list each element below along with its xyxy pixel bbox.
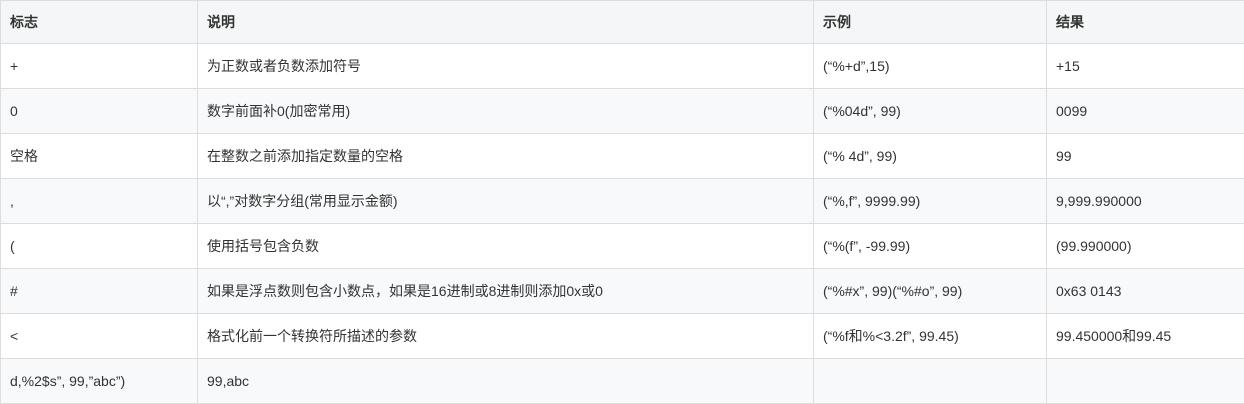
- cell-description: 格式化前一个转换符所描述的参数: [198, 314, 814, 359]
- table-row: , 以“,”对数字分组(常用显示金额) (“%,f”, 9999.99) 9,9…: [1, 179, 1244, 224]
- header-description: 说明: [198, 1, 814, 44]
- cell-description: 99,abc: [198, 359, 814, 404]
- cell-description: 在整数之前添加指定数量的空格: [198, 134, 814, 179]
- table-row: d,%2$s”, 99,”abc”) 99,abc: [1, 359, 1244, 404]
- cell-description: 以“,”对数字分组(常用显示金额): [198, 179, 814, 224]
- cell-example: (“%#x”, 99)(“%#o”, 99): [814, 269, 1047, 314]
- cell-flag: (: [1, 224, 198, 269]
- cell-flag: 0: [1, 89, 198, 134]
- cell-flag: #: [1, 269, 198, 314]
- cell-result: 99: [1047, 134, 1244, 179]
- cell-flag: ,: [1, 179, 198, 224]
- cell-example: (“% 4d”, 99): [814, 134, 1047, 179]
- table-row: # 如果是浮点数则包含小数点，如果是16进制或8进制则添加0x或0 (“%#x”…: [1, 269, 1244, 314]
- format-flags-table: 标志 说明 示例 结果 + 为正数或者负数添加符号 (“%+d”,15) +15…: [0, 0, 1244, 404]
- table-row: 空格 在整数之前添加指定数量的空格 (“% 4d”, 99) 99: [1, 134, 1244, 179]
- cell-result: 9,999.990000: [1047, 179, 1244, 224]
- cell-flag: <: [1, 314, 198, 359]
- cell-example: (“%,f”, 9999.99): [814, 179, 1047, 224]
- cell-flag: 空格: [1, 134, 198, 179]
- cell-example: (“%(f”, -99.99): [814, 224, 1047, 269]
- header-flag: 标志: [1, 1, 198, 44]
- cell-result: 0x63 0143: [1047, 269, 1244, 314]
- cell-result: 99.450000和99.45: [1047, 314, 1244, 359]
- table-row: < 格式化前一个转换符所描述的参数 (“%f和%<3.2f”, 99.45) 9…: [1, 314, 1244, 359]
- cell-description: 如果是浮点数则包含小数点，如果是16进制或8进制则添加0x或0: [198, 269, 814, 314]
- cell-example: (“%+d”,15): [814, 44, 1047, 89]
- header-example: 示例: [814, 1, 1047, 44]
- cell-result: (99.990000): [1047, 224, 1244, 269]
- cell-example: (“%f和%<3.2f”, 99.45): [814, 314, 1047, 359]
- cell-description: 使用括号包含负数: [198, 224, 814, 269]
- cell-description: 数字前面补0(加密常用): [198, 89, 814, 134]
- cell-result: +15: [1047, 44, 1244, 89]
- cell-description: 为正数或者负数添加符号: [198, 44, 814, 89]
- table-row: ( 使用括号包含负数 (“%(f”, -99.99) (99.990000): [1, 224, 1244, 269]
- cell-result: [1047, 359, 1244, 404]
- cell-example: (“%04d”, 99): [814, 89, 1047, 134]
- table-body: + 为正数或者负数添加符号 (“%+d”,15) +15 0 数字前面补0(加密…: [1, 44, 1244, 404]
- table-row: + 为正数或者负数添加符号 (“%+d”,15) +15: [1, 44, 1244, 89]
- header-result: 结果: [1047, 1, 1244, 44]
- header-row: 标志 说明 示例 结果: [1, 1, 1244, 44]
- table-header: 标志 说明 示例 结果: [1, 1, 1244, 44]
- cell-result: 0099: [1047, 89, 1244, 134]
- cell-flag: +: [1, 44, 198, 89]
- table-row: 0 数字前面补0(加密常用) (“%04d”, 99) 0099: [1, 89, 1244, 134]
- cell-flag: d,%2$s”, 99,”abc”): [1, 359, 198, 404]
- cell-example: [814, 359, 1047, 404]
